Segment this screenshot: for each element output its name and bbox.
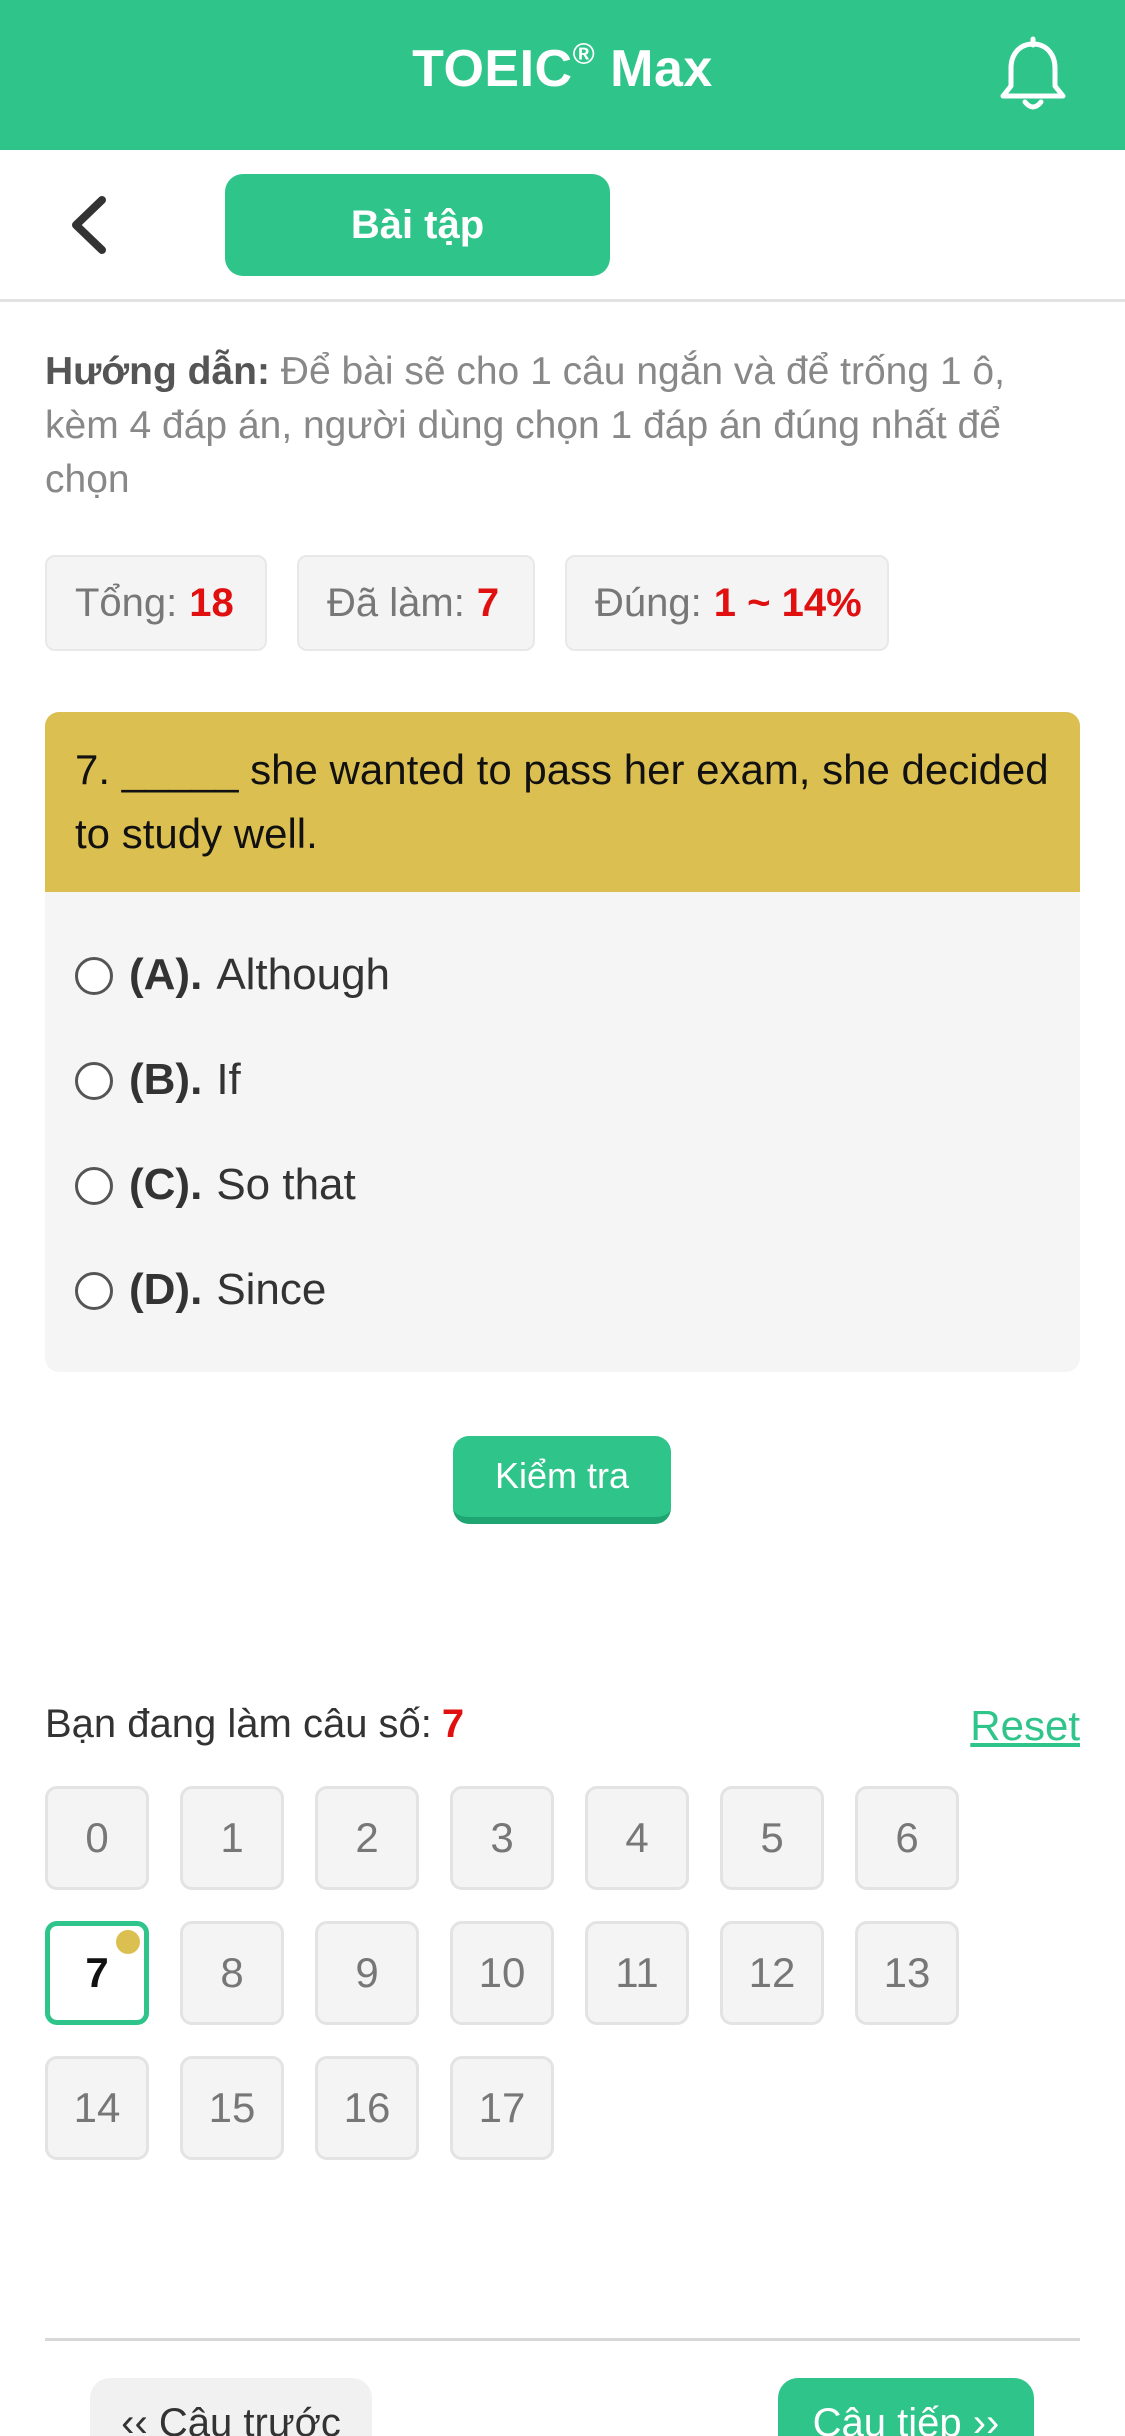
option-a[interactable]: (A). Although bbox=[75, 945, 390, 1005]
question-number-16[interactable]: 16 bbox=[315, 2056, 419, 2160]
bell-icon[interactable] bbox=[993, 36, 1073, 116]
radio-icon[interactable] bbox=[75, 1272, 113, 1310]
question-number-1[interactable]: 1 bbox=[180, 1786, 284, 1890]
question-number-4[interactable]: 4 bbox=[585, 1786, 689, 1890]
check-button[interactable]: Kiểm tra bbox=[453, 1436, 671, 1524]
radio-icon[interactable] bbox=[75, 1167, 113, 1205]
question-number-2[interactable]: 2 bbox=[315, 1786, 419, 1890]
question-number-14[interactable]: 14 bbox=[45, 2056, 149, 2160]
question-number-13[interactable]: 13 bbox=[855, 1921, 959, 2025]
divider bbox=[45, 2338, 1080, 2341]
radio-icon[interactable] bbox=[75, 1062, 113, 1100]
option-c[interactable]: (C). So that bbox=[75, 1155, 356, 1215]
current-question: Bạn đang làm câu số: 7 bbox=[45, 1702, 465, 1746]
previous-question-button[interactable]: ‹‹ Câu trước bbox=[90, 2378, 372, 2436]
question-number-15[interactable]: 15 bbox=[180, 2056, 284, 2160]
current-dot bbox=[116, 1930, 140, 1954]
question-number-17[interactable]: 17 bbox=[450, 2056, 554, 2160]
question-number-10[interactable]: 10 bbox=[450, 1921, 554, 2025]
question-number-8[interactable]: 8 bbox=[180, 1921, 284, 2025]
app-bar: TOEIC® Max bbox=[0, 0, 1125, 150]
question-number-0[interactable]: 0 bbox=[45, 1786, 149, 1890]
app-title: TOEIC® Max bbox=[412, 38, 713, 98]
option-b[interactable]: (B). If bbox=[75, 1050, 241, 1110]
option-d[interactable]: (D). Since bbox=[75, 1260, 326, 1320]
chevron-left-icon[interactable] bbox=[60, 190, 120, 260]
question-number-11[interactable]: 11 bbox=[585, 1921, 689, 2025]
question-grid: 0 1 2 3 4 5 6 7 8 9 10 11 12 13 14 15 16… bbox=[45, 1786, 1085, 2161]
question-number-6[interactable]: 6 bbox=[855, 1786, 959, 1890]
question-number-7-current[interactable]: 7 bbox=[45, 1921, 149, 2025]
question-number-9[interactable]: 9 bbox=[315, 1921, 419, 2025]
stat-total: Tổng: 18 bbox=[45, 555, 267, 651]
sub-navigation: Bài tập bbox=[0, 150, 1125, 302]
question-number-5[interactable]: 5 bbox=[720, 1786, 824, 1890]
next-question-button[interactable]: Câu tiếp ›› bbox=[778, 2378, 1034, 2436]
instructions-label: Hướng dẫn: bbox=[45, 350, 270, 393]
reset-link[interactable]: Reset bbox=[970, 1702, 1080, 1750]
instructions: Hướng dẫn: Để bài sẽ cho 1 câu ngắn và đ… bbox=[45, 345, 1085, 507]
tab-bai-tap[interactable]: Bài tập bbox=[225, 174, 610, 276]
question-card: 7. _____ she wanted to pass her exam, sh… bbox=[45, 712, 1080, 1372]
question-text: 7. _____ she wanted to pass her exam, sh… bbox=[45, 712, 1080, 892]
question-number-12[interactable]: 12 bbox=[720, 1921, 824, 2025]
stat-done: Đã làm: 7 bbox=[297, 555, 535, 651]
question-number-3[interactable]: 3 bbox=[450, 1786, 554, 1890]
stat-correct: Đúng: 1 ~ 14% bbox=[565, 555, 889, 651]
radio-icon[interactable] bbox=[75, 957, 113, 995]
